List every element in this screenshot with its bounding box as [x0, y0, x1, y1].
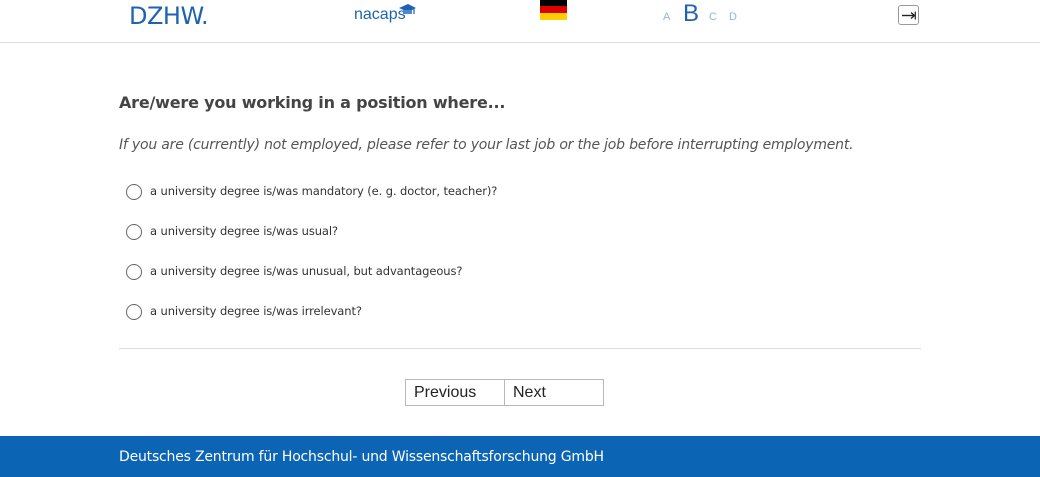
footer: Deutsches Zentrum für Hochschul- und Wis…: [0, 436, 1040, 477]
question-instruction: If you are (currently) not employed, ple…: [119, 137, 854, 153]
option-label[interactable]: a university degree is/was irrelevant?: [150, 304, 362, 318]
font-size-c[interactable]: C: [709, 11, 717, 23]
option-irrelevant[interactable]: a university degree is/was irrelevant?: [126, 303, 626, 321]
german-flag-icon[interactable]: [540, 0, 567, 20]
radio-button[interactable]: [126, 184, 142, 200]
next-button[interactable]: Next: [504, 379, 604, 406]
radio-button[interactable]: [126, 224, 142, 240]
font-size-d[interactable]: D: [729, 11, 737, 23]
question-title: Are/were you working in a position where…: [119, 93, 506, 112]
font-size-switcher: A B C D: [663, 0, 753, 30]
logout-button[interactable]: [898, 5, 919, 25]
previous-button[interactable]: Previous: [405, 379, 505, 406]
option-unusual-advantageous[interactable]: a university degree is/was unusual, but …: [126, 263, 626, 281]
option-usual[interactable]: a university degree is/was usual?: [126, 223, 626, 241]
header: DZHW. nacaps A B C D: [0, 0, 1040, 43]
option-label[interactable]: a university degree is/was unusual, but …: [150, 264, 462, 278]
option-mandatory[interactable]: a university degree is/was mandatory (e.…: [126, 183, 626, 201]
radio-button[interactable]: [126, 304, 142, 320]
footer-text: Deutsches Zentrum für Hochschul- und Wis…: [119, 449, 604, 465]
option-label[interactable]: a university degree is/was usual?: [150, 224, 338, 238]
nacaps-hat-icon: [399, 4, 416, 14]
font-size-a[interactable]: A: [663, 11, 670, 23]
radio-button[interactable]: [126, 264, 142, 280]
logout-arrow-icon: [902, 11, 916, 20]
dzhw-logo[interactable]: DZHW.: [129, 2, 209, 30]
font-size-b[interactable]: B: [683, 0, 699, 28]
divider: [119, 348, 921, 349]
option-label[interactable]: a university degree is/was mandatory (e.…: [150, 184, 497, 198]
